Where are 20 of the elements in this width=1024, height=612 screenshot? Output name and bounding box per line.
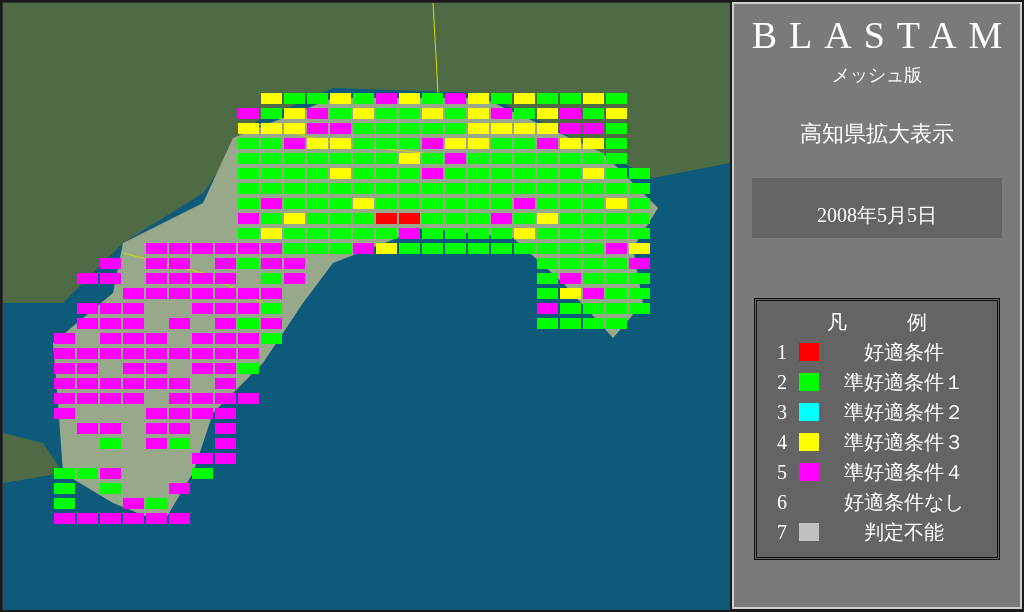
legend-heading: 凡	[827, 310, 847, 335]
legend-label: 好適条件なし	[843, 490, 965, 515]
app-subtitle: メッシュ版	[832, 64, 922, 87]
legend-number: 6	[777, 490, 788, 515]
legend-label: 準好適条件２	[843, 400, 965, 425]
view-label: 高知県拡大表示	[800, 120, 954, 148]
date-text: 2008年5月5日	[817, 203, 937, 228]
legend-label: 準好適条件１	[843, 370, 965, 395]
legend-number: 4	[777, 430, 788, 455]
legend-label: 準好適条件４	[843, 460, 965, 485]
legend-label: 判定不能	[863, 520, 945, 545]
legend-label: 準好適条件３	[843, 430, 965, 455]
legend-number: 5	[777, 460, 788, 485]
legend-label: 好適条件	[863, 340, 945, 365]
legend-number: 3	[777, 400, 788, 425]
legend-number: 2	[777, 370, 788, 395]
app-title: BLASTAM	[750, 13, 1015, 58]
legend-number: 1	[777, 340, 788, 365]
legend-heading: 例	[907, 310, 927, 335]
legend-number: 7	[777, 520, 788, 545]
